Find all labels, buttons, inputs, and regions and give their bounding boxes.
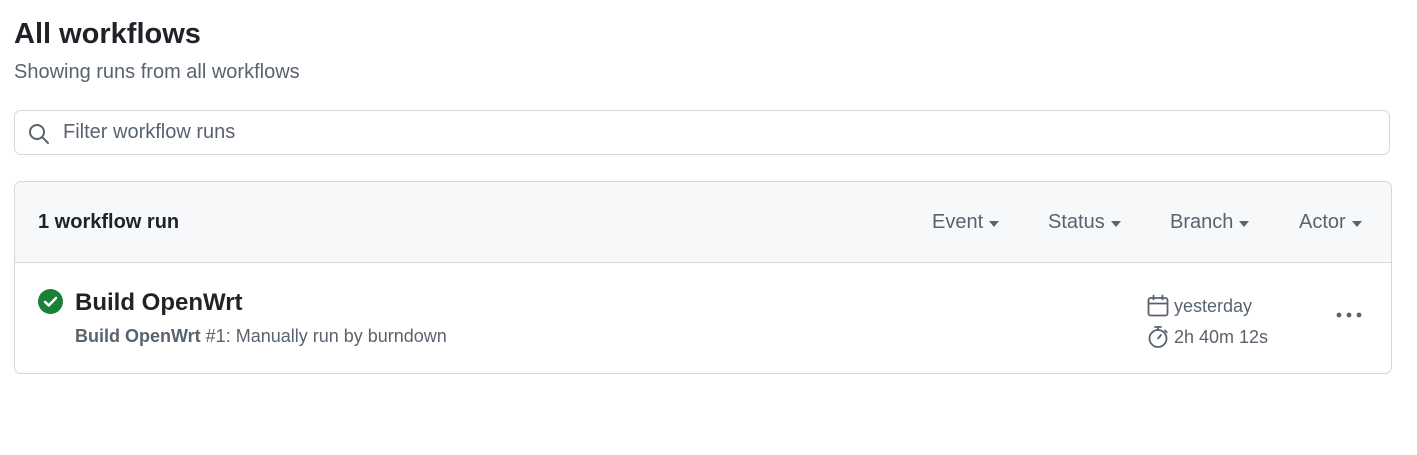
caret-down-icon xyxy=(1239,220,1250,227)
run-date-text: yesterday xyxy=(1174,295,1253,316)
run-duration-text: 2h 40m 12s xyxy=(1174,326,1269,347)
stopwatch-icon xyxy=(1148,326,1168,348)
filter-workflow-runs-input[interactable] xyxy=(63,111,1373,154)
status-filter-label: Status xyxy=(1048,211,1105,233)
workflows-page: All workflows Showing runs from all work… xyxy=(0,0,1417,455)
kebab-horizontal-icon xyxy=(1336,312,1362,318)
workflow-runs-panel: 1 workflow run Event Status Branch Actor xyxy=(14,181,1392,374)
run-meta: Build OpenWrt #1: Manually run by burndo… xyxy=(75,325,447,347)
search-icon xyxy=(27,122,51,146)
calendar-icon xyxy=(1147,294,1169,317)
caret-down-icon xyxy=(1351,220,1362,227)
runs-list-header: 1 workflow run Event Status Branch Actor xyxy=(15,182,1391,263)
caret-down-icon xyxy=(1110,220,1121,227)
workflow-run-count: 1 workflow run xyxy=(38,211,180,233)
run-options-button[interactable] xyxy=(1329,298,1369,332)
page-title: All workflows xyxy=(14,18,201,50)
check-circle-fill-icon xyxy=(38,289,63,314)
run-meta-details: #1: Manually run by burndown xyxy=(200,326,447,346)
run-workflow-name: Build OpenWrt xyxy=(75,326,201,346)
workflow-run-row[interactable]: Build OpenWrt Build OpenWrt #1: Manually… xyxy=(15,263,1391,373)
actor-filter-dropdown[interactable]: Actor xyxy=(1299,209,1362,235)
branch-filter-dropdown[interactable]: Branch xyxy=(1170,209,1250,235)
run-title-link[interactable]: Build OpenWrt xyxy=(75,288,243,318)
page-subtitle: Showing runs from all workflows xyxy=(14,61,300,83)
event-filter-label: Event xyxy=(932,211,984,233)
actor-filter-label: Actor xyxy=(1299,211,1346,233)
event-filter-dropdown[interactable]: Event xyxy=(932,209,1000,235)
branch-filter-label: Branch xyxy=(1170,211,1234,233)
caret-down-icon xyxy=(989,220,1000,227)
status-filter-dropdown[interactable]: Status xyxy=(1048,209,1121,235)
run-duration: 2h 40m 12s xyxy=(1146,324,1268,350)
run-date: yesterday xyxy=(1146,293,1252,319)
filter-search-box[interactable] xyxy=(14,110,1390,155)
